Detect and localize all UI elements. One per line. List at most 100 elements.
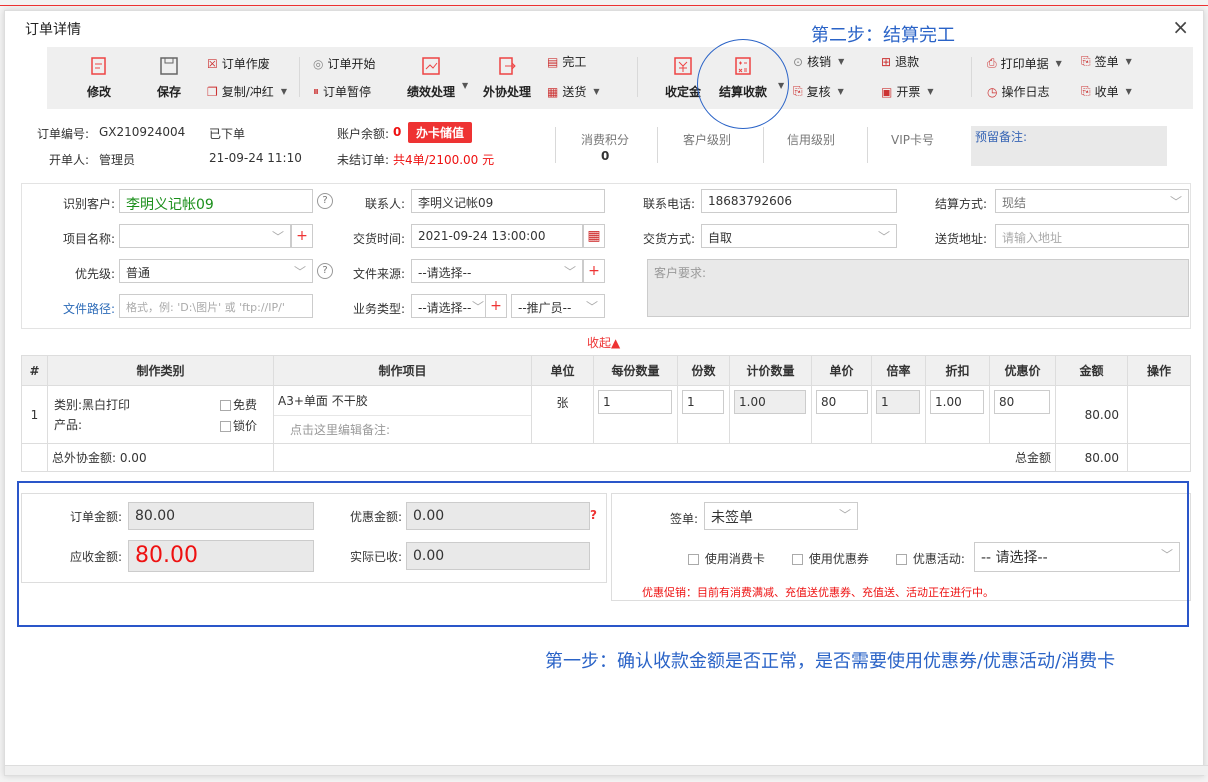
- promoter-select[interactable]: --推广员--: [511, 294, 605, 318]
- recheck-button[interactable]: ⎘ 复核 ▼: [793, 83, 844, 100]
- writeoff-button[interactable]: ⊙ 核销 ▼: [793, 53, 844, 70]
- step1-annotation: 第一步：确认收款金额是否正常，是否需要使用优惠券/优惠活动/消费卡: [545, 651, 1116, 672]
- help-icon[interactable]: ?: [317, 193, 333, 209]
- performance-button[interactable]: 绩效处理: [407, 55, 455, 100]
- customer-label: 识别客户:: [62, 197, 115, 211]
- collapse-toggle[interactable]: 收起▲: [587, 334, 620, 351]
- finish-button[interactable]: ▤ 完工: [547, 53, 586, 70]
- writeoff-label: 核销: [807, 55, 832, 69]
- collect-icon: ⎘: [1081, 84, 1091, 98]
- lock-price-checkbox[interactable]: 锁价: [220, 417, 257, 434]
- copy-reverse-button[interactable]: ❐ 复制/冲红 ▼: [207, 83, 287, 100]
- settle-highlight-circle: [697, 39, 789, 129]
- operation-log-button[interactable]: ◷ 操作日志: [987, 83, 1050, 100]
- invoice-button[interactable]: ▣ 开票 ▼: [881, 83, 934, 100]
- promo-price-input[interactable]: 80: [994, 390, 1050, 414]
- copy-icon: ❐: [207, 84, 218, 99]
- table-row: 1 类别:黑白打印 产品: 免费 锁价 A3+单面 不干胶 点击这里编辑备注: …: [21, 385, 1191, 444]
- deposit-label: 收定金: [665, 85, 702, 99]
- contact-label: 联系人:: [364, 197, 405, 211]
- edit-icon: [88, 55, 110, 77]
- horizontal-scrollbar[interactable]: [5, 765, 1208, 775]
- print-label: 打印单据: [1000, 57, 1049, 71]
- footer-empty: [21, 443, 48, 472]
- toolbar-divider: [637, 57, 638, 97]
- per-qty-input[interactable]: 1: [598, 390, 672, 414]
- outsource-button[interactable]: 外协处理: [483, 55, 531, 100]
- chevron-down-icon: ▼: [1125, 87, 1132, 96]
- background-divider: [0, 5, 1208, 6]
- add-biz-type-button[interactable]: +: [485, 294, 507, 318]
- sign-order-button[interactable]: ⎘ 签单 ▼: [1081, 53, 1132, 70]
- contact-input[interactable]: 李明义记帐09: [411, 189, 605, 213]
- deposit-button[interactable]: 收定金: [665, 55, 701, 100]
- finish-label: 完工: [562, 55, 587, 69]
- customer-requirement-textarea[interactable]: 客户要求:: [647, 259, 1189, 317]
- copy-label: 复制/冲红: [221, 85, 274, 99]
- priority-select[interactable]: 普通: [119, 259, 313, 283]
- refund-button[interactable]: ⊞ 退款: [881, 53, 919, 70]
- recheck-icon: ⎘: [793, 84, 803, 98]
- lock-label: 锁价: [233, 419, 258, 433]
- card-topup-button[interactable]: 办卡储值: [408, 122, 473, 143]
- file-path-input[interactable]: 格式，例: 'D:\图片' 或 'ftp://IP/': [119, 294, 313, 318]
- unsettled-value[interactable]: 共4单/2100.00 元: [393, 151, 494, 168]
- edit-button[interactable]: 修改: [87, 55, 111, 100]
- order-detail-dialog: 订单详情 × 第二步：结算完工 修改 保存 ☒ 订单作废 ❐ 复制/冲红 ▼ ◎ 订单开…: [4, 10, 1208, 776]
- file-source-select[interactable]: --请选择--: [411, 259, 583, 283]
- delivery-mode-select[interactable]: 自取: [701, 224, 897, 248]
- add-project-button[interactable]: +: [291, 224, 313, 248]
- table-header-row: # 制作类别 制作项目 单位 每份数量 份数 计价数量 单价 倍率 折扣 优惠价…: [21, 355, 1191, 386]
- row-rate-cell: 1: [871, 385, 926, 444]
- col-copies: 份数: [677, 355, 730, 386]
- help-icon[interactable]: ?: [317, 263, 333, 279]
- customer-input[interactable]: 李明义记帐09: [119, 189, 313, 213]
- row-item[interactable]: A3+单面 不干胶: [274, 386, 531, 416]
- save-button[interactable]: 保存: [157, 55, 181, 100]
- row-action[interactable]: [1127, 385, 1191, 444]
- biz-type-label: 业务类型:: [352, 302, 405, 316]
- void-order-button[interactable]: ☒ 订单作废: [207, 55, 270, 72]
- calendar-icon[interactable]: ▦: [583, 224, 605, 248]
- checkbox-icon: [220, 400, 231, 411]
- collect-order-button[interactable]: ⎘ 收单 ▼: [1081, 83, 1132, 100]
- discount-input[interactable]: 1.00: [930, 390, 984, 414]
- sign-label: 签单: [1094, 55, 1119, 69]
- free-checkbox[interactable]: 免费: [220, 396, 257, 413]
- clock-icon: ◷: [987, 84, 998, 99]
- delivery-time-label: 交货时间:: [352, 232, 405, 246]
- col-category: 制作类别: [47, 355, 274, 386]
- biz-type-select[interactable]: --请选择--: [411, 294, 491, 318]
- collect-label: 收单: [1094, 85, 1119, 99]
- price-qty-input: 1.00: [734, 390, 806, 414]
- order-pause-button[interactable]: ⏸ 订单暂停: [313, 83, 371, 100]
- row-discount-cell: 1.00: [925, 385, 990, 444]
- chevron-down-icon: ▼: [927, 87, 934, 96]
- chevron-down-icon[interactable]: ▼: [462, 81, 468, 90]
- address-input[interactable]: 请输入地址: [995, 224, 1189, 248]
- close-icon[interactable]: ×: [1172, 15, 1189, 39]
- file-path-label: 文件路径:: [62, 302, 115, 316]
- order-items-table: # 制作类别 制作项目 单位 每份数量 份数 计价数量 单价 倍率 折扣 优惠价…: [21, 355, 1191, 472]
- copies-input[interactable]: 1: [682, 390, 724, 414]
- chevron-down-icon: ▼: [1055, 59, 1062, 68]
- phone-input[interactable]: 18683792606: [701, 189, 897, 213]
- col-action: 操作: [1127, 355, 1191, 386]
- save-label: 保存: [157, 85, 182, 99]
- price-input[interactable]: 80: [816, 390, 868, 414]
- start-label: 订单开始: [327, 57, 376, 71]
- delivery-time-input[interactable]: 2021-09-24 13:00:00: [411, 224, 583, 248]
- row-remark[interactable]: 点击这里编辑备注:: [274, 416, 531, 443]
- chevron-down-icon: ▼: [838, 57, 845, 66]
- add-source-button[interactable]: +: [583, 259, 605, 283]
- print-button[interactable]: ⎙ 打印单据 ▼: [987, 55, 1062, 72]
- order-status: 已下单: [209, 127, 246, 141]
- reserved-remark[interactable]: 预留备注:: [971, 126, 1167, 166]
- phone-label: 联系电话:: [642, 197, 695, 211]
- toolbar: 修改 保存 ☒ 订单作废 ❐ 复制/冲红 ▼ ◎ 订单开始 ⏸ 订单暂停 绩效处理 ▼ 外…: [47, 47, 1193, 109]
- chevron-down-icon: ▼: [280, 87, 287, 96]
- deliver-button[interactable]: ▦ 送货 ▼: [547, 83, 600, 100]
- project-select[interactable]: [119, 224, 291, 248]
- order-start-button[interactable]: ◎ 订单开始: [313, 55, 376, 72]
- settle-method-select[interactable]: 现结: [995, 189, 1189, 213]
